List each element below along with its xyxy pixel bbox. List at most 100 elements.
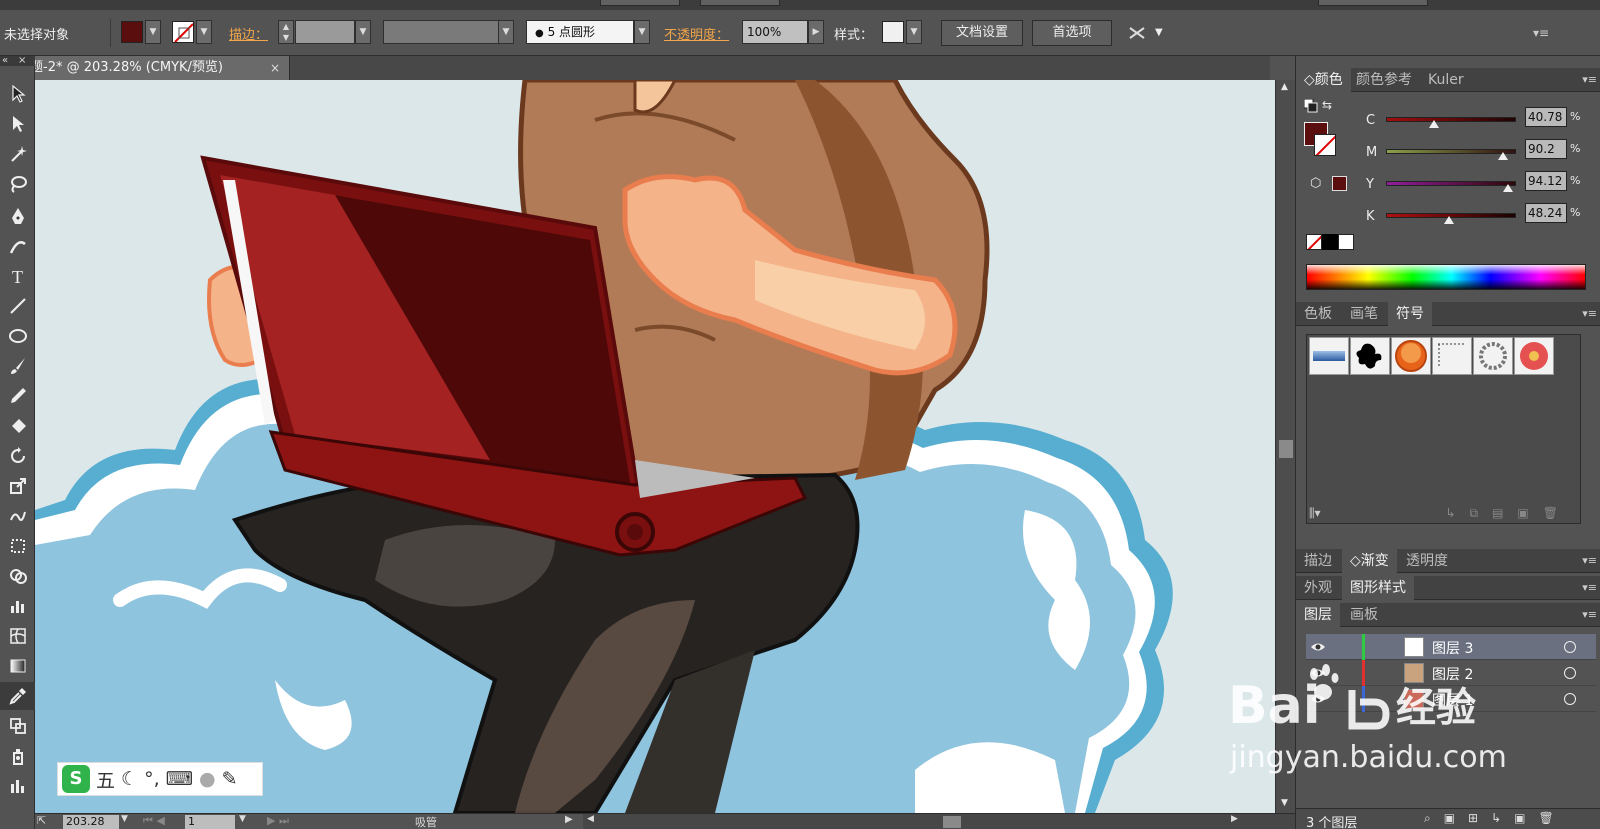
ellipse-tool-icon[interactable] xyxy=(0,322,35,350)
black-value[interactable]: 48.24 xyxy=(1525,203,1567,223)
opacity-field[interactable]: 100% xyxy=(742,20,808,44)
fill-swatch[interactable] xyxy=(121,21,143,43)
ime-toolbar[interactable]: S 五 ☾ °, ⌨ ● ✎ xyxy=(57,762,263,796)
paintbrush-tool-icon[interactable] xyxy=(0,352,35,380)
collapse-icon[interactable]: « xyxy=(2,56,8,66)
panel-menu-icon[interactable]: ▾≡ xyxy=(1582,576,1597,600)
lasso-tool-icon[interactable] xyxy=(0,170,35,198)
layer-name[interactable]: 图层 3 xyxy=(1432,638,1473,658)
symbol-ring[interactable] xyxy=(1473,337,1513,375)
pencil-tool-icon[interactable] xyxy=(0,382,35,410)
panel-menu-icon[interactable]: ▾≡ xyxy=(1582,603,1597,627)
symbol-blue-bar[interactable] xyxy=(1309,337,1349,375)
strip-button[interactable] xyxy=(600,0,680,6)
panel-menu-icon[interactable]: ▾≡ xyxy=(1582,302,1597,326)
type-tool-icon[interactable]: T xyxy=(0,262,35,290)
fill-dropdown[interactable]: ▼ xyxy=(145,20,161,44)
variable-width-field[interactable] xyxy=(383,20,499,44)
ime-mode-label[interactable]: 五 xyxy=(96,766,115,793)
curvature-tool-icon[interactable] xyxy=(0,232,35,260)
first-artboard-icon[interactable]: ⏮ ◀ xyxy=(143,814,165,828)
yellow-slider[interactable]: Y 94.12 % xyxy=(1296,166,1600,194)
brush-field[interactable]: ● 5 点圆形 xyxy=(526,20,634,44)
black-swatch[interactable] xyxy=(1322,234,1338,250)
document-setup-button[interactable]: 文档设置 xyxy=(941,20,1023,46)
tab-symbols[interactable]: 符号 xyxy=(1388,302,1432,326)
symbol-sprayer-tool-icon[interactable] xyxy=(0,742,35,770)
tab-color-guide[interactable]: 颜色参考 xyxy=(1348,68,1420,92)
cyan-slider[interactable]: C 40.78 % xyxy=(1296,102,1600,130)
pen-tool-icon[interactable] xyxy=(0,202,35,230)
scroll-right-icon[interactable]: ▶ xyxy=(1231,814,1238,824)
tab-brushes[interactable]: 画笔 xyxy=(1342,302,1386,326)
scroll-left-icon[interactable]: ◀ xyxy=(587,814,594,824)
free-transform-tool-icon[interactable] xyxy=(0,532,35,560)
tab-transparency[interactable]: 透明度 xyxy=(1398,549,1456,573)
symbol-flower[interactable] xyxy=(1514,337,1554,375)
tab-artboards[interactable]: 画板 xyxy=(1342,603,1386,627)
eyedropper-tool-icon[interactable] xyxy=(0,682,35,710)
panel-menu-icon[interactable]: ▾≡ xyxy=(1582,68,1597,92)
cyan-track[interactable] xyxy=(1386,117,1516,122)
tab-swatches[interactable]: 色板 xyxy=(1296,302,1340,326)
artboard-dropdown-icon[interactable]: ▼ xyxy=(239,814,246,824)
stroke-weight-field[interactable] xyxy=(295,20,355,44)
yellow-thumb[interactable] xyxy=(1503,184,1513,192)
variable-width-dropdown[interactable]: ▼ xyxy=(498,20,514,44)
horizontal-scrollbar[interactable]: ◀ ▶ xyxy=(583,814,1295,829)
rotate-tool-icon[interactable] xyxy=(0,442,35,470)
magic-wand-tool-icon[interactable] xyxy=(0,140,35,168)
tab-layers[interactable]: 图层 xyxy=(1296,603,1340,627)
eraser-tool-icon[interactable] xyxy=(0,412,35,440)
shape-builder-tool-icon[interactable] xyxy=(0,562,35,590)
graphic-style-swatch[interactable] xyxy=(882,21,904,43)
eye-icon[interactable] xyxy=(1310,639,1326,655)
yellow-value[interactable]: 94.12 xyxy=(1525,171,1567,191)
preferences-button[interactable]: 首选项 xyxy=(1032,20,1112,46)
brush-dropdown[interactable]: ▼ xyxy=(634,20,650,44)
tab-graphic-styles[interactable]: 图形样式 xyxy=(1342,576,1414,600)
stroke-label[interactable]: 描边： xyxy=(229,24,268,43)
panel-menu-icon[interactable]: ▾≡ xyxy=(1533,26,1549,40)
arrange-icon[interactable] xyxy=(1127,24,1147,42)
cyan-thumb[interactable] xyxy=(1429,120,1439,128)
stroke-dropdown[interactable]: ▼ xyxy=(196,20,212,44)
layer-row[interactable]: 图层 3 xyxy=(1306,634,1596,660)
keyboard-icon[interactable]: ⌨ xyxy=(166,768,193,790)
zoom-icon[interactable]: ⇱ xyxy=(37,814,46,827)
magenta-value[interactable]: 90.2 xyxy=(1525,139,1567,159)
symbol-ink-splat[interactable] xyxy=(1350,337,1390,375)
artboard-canvas[interactable]: S 五 ☾ °, ⌨ ● ✎ xyxy=(35,80,1275,813)
strip-button[interactable] xyxy=(700,0,780,6)
column-graph-tool-icon[interactable] xyxy=(0,772,35,800)
status-menu-icon[interactable]: ▶ xyxy=(565,814,573,825)
user-icon[interactable]: ● xyxy=(199,768,216,790)
symbol-actions[interactable]: ↳⧉▤▣🗑 xyxy=(1445,506,1572,521)
tab-appearance[interactable]: 外观 xyxy=(1296,576,1340,600)
symbol-frame[interactable] xyxy=(1432,337,1472,375)
stroke-weight-dropdown[interactable]: ▼ xyxy=(355,20,371,44)
opacity-dropdown[interactable]: ▶ xyxy=(808,20,824,44)
color-spectrum[interactable] xyxy=(1306,264,1586,290)
zoom-dropdown-icon[interactable]: ▼ xyxy=(121,814,128,824)
scroll-thumb[interactable] xyxy=(1279,440,1293,458)
panel-menu-icon[interactable]: ▾≡ xyxy=(1582,549,1597,573)
gradient-tool-icon[interactable] xyxy=(0,652,35,680)
symbol-orange-button[interactable] xyxy=(1391,337,1431,375)
mesh-tool-icon[interactable] xyxy=(0,622,35,650)
graphic-style-dropdown[interactable]: ▼ xyxy=(906,20,922,44)
stroke-weight-stepper[interactable]: ▲ ▼ xyxy=(278,20,294,44)
yellow-track[interactable] xyxy=(1386,181,1516,186)
close-panel-icon[interactable]: × xyxy=(18,56,26,66)
symbol-library-icon[interactable]: ⫼▾ xyxy=(1309,506,1321,521)
scroll-up-icon[interactable]: ▲ xyxy=(1281,82,1288,92)
selection-tool-icon[interactable] xyxy=(0,80,35,108)
tab-kuler[interactable]: Kuler xyxy=(1420,68,1472,92)
zoom-field[interactable]: 203.28 xyxy=(63,815,119,829)
layer-target-icon[interactable] xyxy=(1564,667,1576,679)
scale-tool-icon[interactable] xyxy=(0,472,35,500)
scroll-down-icon[interactable]: ▼ xyxy=(1281,798,1288,808)
stroke-swatch[interactable] xyxy=(172,21,194,43)
black-slider[interactable]: K 48.24 % xyxy=(1296,198,1600,226)
strip-button[interactable] xyxy=(1318,0,1428,6)
